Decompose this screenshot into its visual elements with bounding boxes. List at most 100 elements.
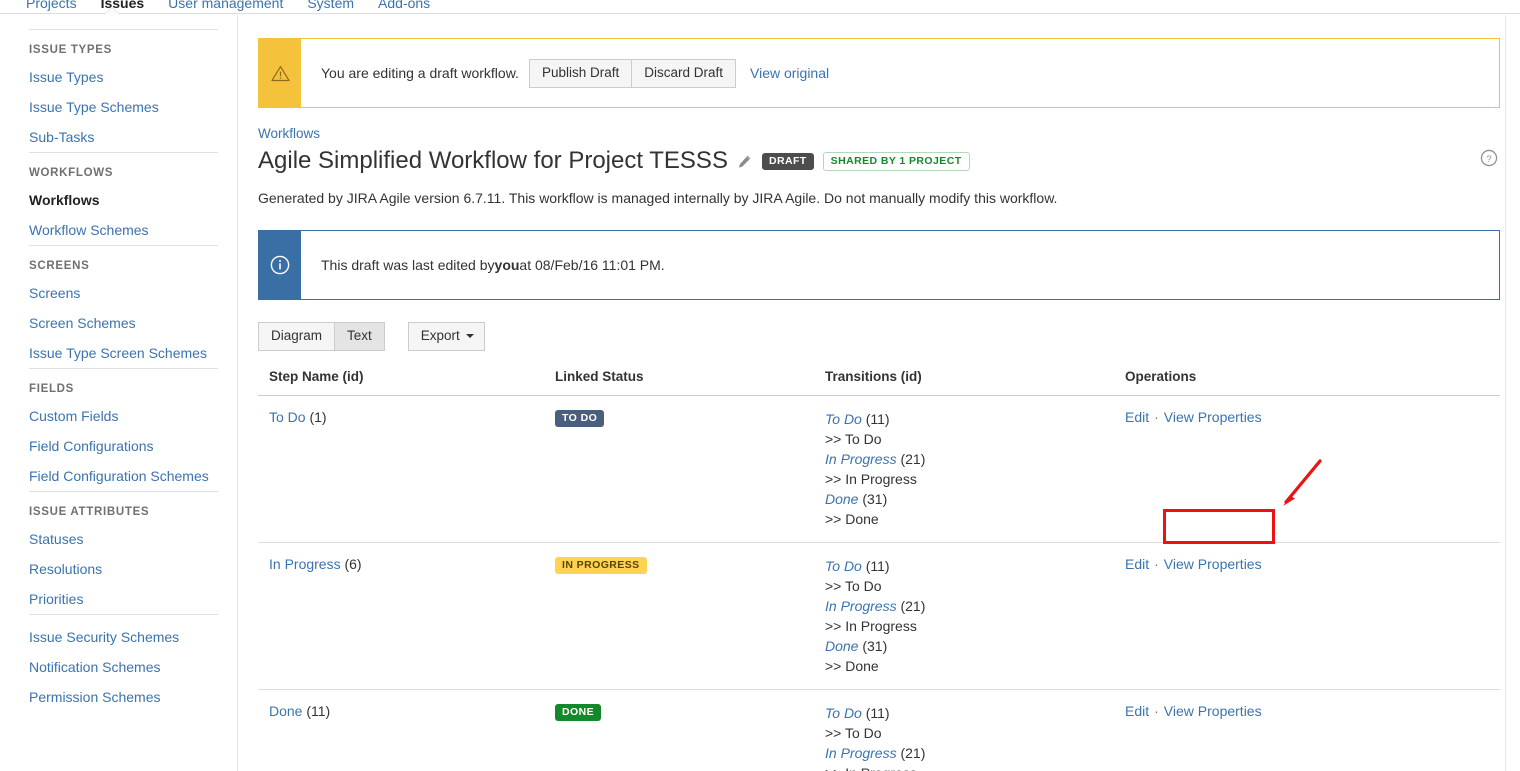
transition-link[interactable]: Done (825, 491, 858, 507)
transition-id: (21) (900, 745, 926, 761)
help-icon[interactable]: ? (1480, 149, 1498, 167)
cell-operations: Edit · View Properties (1114, 395, 1500, 543)
admin-sidebar: ISSUE TYPES Issue Types Issue Type Schemes… (0, 15, 238, 771)
sidebar-item-issue-security-schemes[interactable]: Issue Security Schemes (29, 622, 237, 652)
last-edited-actor: you (494, 257, 520, 273)
main-content: You are editing a draft workflow. Publis… (239, 15, 1520, 771)
draft-warning-text: You are editing a draft workflow. (321, 65, 519, 81)
table-row: In Progress (6) IN PROGRESS To Do (11) >> T… (258, 542, 1500, 690)
text-view-button[interactable]: Text (334, 322, 385, 351)
sidebar-item-resolutions[interactable]: Resolutions (29, 554, 237, 584)
pencil-icon[interactable] (737, 154, 752, 169)
step-id: (11) (306, 703, 331, 719)
workflow-description: Generated by JIRA Agile version 6.7.11. … (258, 190, 1058, 206)
transition-link[interactable]: In Progress (825, 598, 897, 614)
cell-transitions: To Do (11) >> To Do In Progress (21) >> In … (814, 542, 1114, 690)
transition-link[interactable]: To Do (825, 705, 862, 721)
column-header-linked-status: Linked Status (544, 369, 814, 396)
sidebar-heading: ISSUE ATTRIBUTES (29, 506, 150, 518)
nav-item-projects[interactable]: Projects (14, 0, 89, 11)
draft-badge: DRAFT (761, 152, 814, 170)
transition-entry: To Do (11) (825, 556, 1114, 576)
cell-step-name: Done (11) (258, 689, 544, 771)
sidebar-item-field-configuration-schemes[interactable]: Field Configuration Schemes (29, 461, 237, 491)
transition-target: >> To Do (825, 431, 882, 447)
transition-entry: To Do (11) (825, 703, 1114, 723)
step-id: (1) (309, 409, 327, 425)
column-header-transitions: Transitions (id) (814, 369, 1114, 396)
view-original-link[interactable]: View original (750, 65, 829, 81)
cell-linked-status: DONE (544, 689, 814, 771)
table-row: To Do (1) TO DO To Do (11) >> To Do In Progr… (258, 395, 1500, 543)
transition-id: (11) (865, 705, 890, 721)
transition-entry: Done (31) (825, 489, 1114, 509)
view-properties-link[interactable]: View Properties (1164, 556, 1262, 572)
page-scrollbar[interactable] (1505, 15, 1520, 771)
export-button[interactable]: Export (407, 322, 485, 351)
view-properties-link[interactable]: View Properties (1164, 703, 1262, 719)
step-id: (6) (344, 556, 362, 572)
sidebar-item-issue-type-screen-schemes[interactable]: Issue Type Screen Schemes (29, 338, 237, 368)
shared-badge: SHARED BY 1 PROJECT (822, 151, 970, 171)
transition-link[interactable]: To Do (825, 411, 862, 427)
transition-target: >> Done (825, 511, 879, 527)
transition-target: >> In Progress (825, 763, 1114, 771)
sidebar-item-workflows[interactable]: Workflows (29, 185, 237, 215)
sidebar-item-field-configurations[interactable]: Field Configurations (29, 431, 237, 461)
page-title: Agile Simplified Workflow for Project TE… (258, 147, 728, 174)
breadcrumb[interactable]: Workflows (258, 126, 1520, 141)
transition-link[interactable]: In Progress (825, 451, 897, 467)
step-name-link[interactable]: Done (269, 703, 302, 719)
transition-target: >> In Progress (825, 618, 917, 634)
sidebar-item-issue-type-schemes[interactable]: Issue Type Schemes (29, 92, 237, 122)
sidebar-item-notification-schemes[interactable]: Notification Schemes (29, 652, 237, 682)
info-icon (270, 255, 290, 275)
transition-entry: To Do (11) (825, 409, 1114, 429)
view-properties-link[interactable]: View Properties (1164, 409, 1262, 425)
cell-step-name: In Progress (6) (258, 542, 544, 690)
sidebar-item-priorities[interactable]: Priorities (29, 584, 237, 614)
status-badge: TO DO (555, 409, 605, 427)
sidebar-item-permission-schemes[interactable]: Permission Schemes (29, 682, 237, 712)
cell-linked-status: IN PROGRESS (544, 542, 814, 690)
edit-link[interactable]: Edit (1125, 703, 1149, 719)
transition-entry: In Progress (21) (825, 743, 1114, 763)
sidebar-item-custom-fields[interactable]: Custom Fields (29, 401, 237, 431)
sidebar-item-sub-tasks[interactable]: Sub-Tasks (29, 122, 237, 152)
sidebar-item-statuses[interactable]: Statuses (29, 524, 237, 554)
nav-item-user-management[interactable]: User management (156, 0, 295, 11)
sidebar-item-workflow-schemes[interactable]: Workflow Schemes (29, 215, 237, 245)
table-row: Done (11) DONE To Do (11) >> To Do In Progre… (258, 689, 1500, 771)
column-header-step-name: Step Name (id) (258, 369, 544, 396)
top-nav-items: Projects Issues User management System Add-o… (0, 0, 442, 14)
active-tab-pointer (104, 8, 120, 14)
step-name-link[interactable]: To Do (269, 409, 306, 425)
edit-link[interactable]: Edit (1125, 409, 1149, 425)
sidebar-heading: WORKFLOWS (29, 167, 114, 179)
draft-warning-body: You are editing a draft workflow. Publis… (301, 39, 1499, 107)
sidebar-item-screens[interactable]: Screens (29, 278, 237, 308)
transition-link[interactable]: In Progress (825, 745, 897, 761)
transition-target: >> To Do (825, 578, 882, 594)
publish-draft-button[interactable]: Publish Draft (528, 58, 633, 88)
transition-id: (11) (865, 411, 890, 427)
edit-link[interactable]: Edit (1125, 556, 1149, 572)
draft-warning-banner: You are editing a draft workflow. Publis… (258, 38, 1500, 108)
table-body: To Do (1) TO DO To Do (11) >> To Do In Progr… (258, 395, 1500, 771)
sidebar-heading: ISSUE TYPES (29, 44, 113, 56)
warning-stripe (259, 39, 301, 107)
diagram-view-button[interactable]: Diagram (258, 322, 336, 351)
nav-item-system[interactable]: System (295, 0, 366, 11)
sidebar-item-issue-types[interactable]: Issue Types (29, 62, 237, 92)
step-name-link[interactable]: In Progress (269, 556, 341, 572)
operations-separator: · (1154, 409, 1159, 425)
sidebar-item-screen-schemes[interactable]: Screen Schemes (29, 308, 237, 338)
nav-item-add-ons[interactable]: Add-ons (366, 0, 442, 11)
nav-item-issues[interactable]: Issues (89, 0, 157, 11)
cell-operations: Edit · View Properties (1114, 542, 1500, 690)
discard-draft-button[interactable]: Discard Draft (631, 58, 736, 88)
transition-id: (21) (900, 451, 926, 467)
transition-link[interactable]: Done (825, 638, 858, 654)
transition-link[interactable]: To Do (825, 558, 862, 574)
